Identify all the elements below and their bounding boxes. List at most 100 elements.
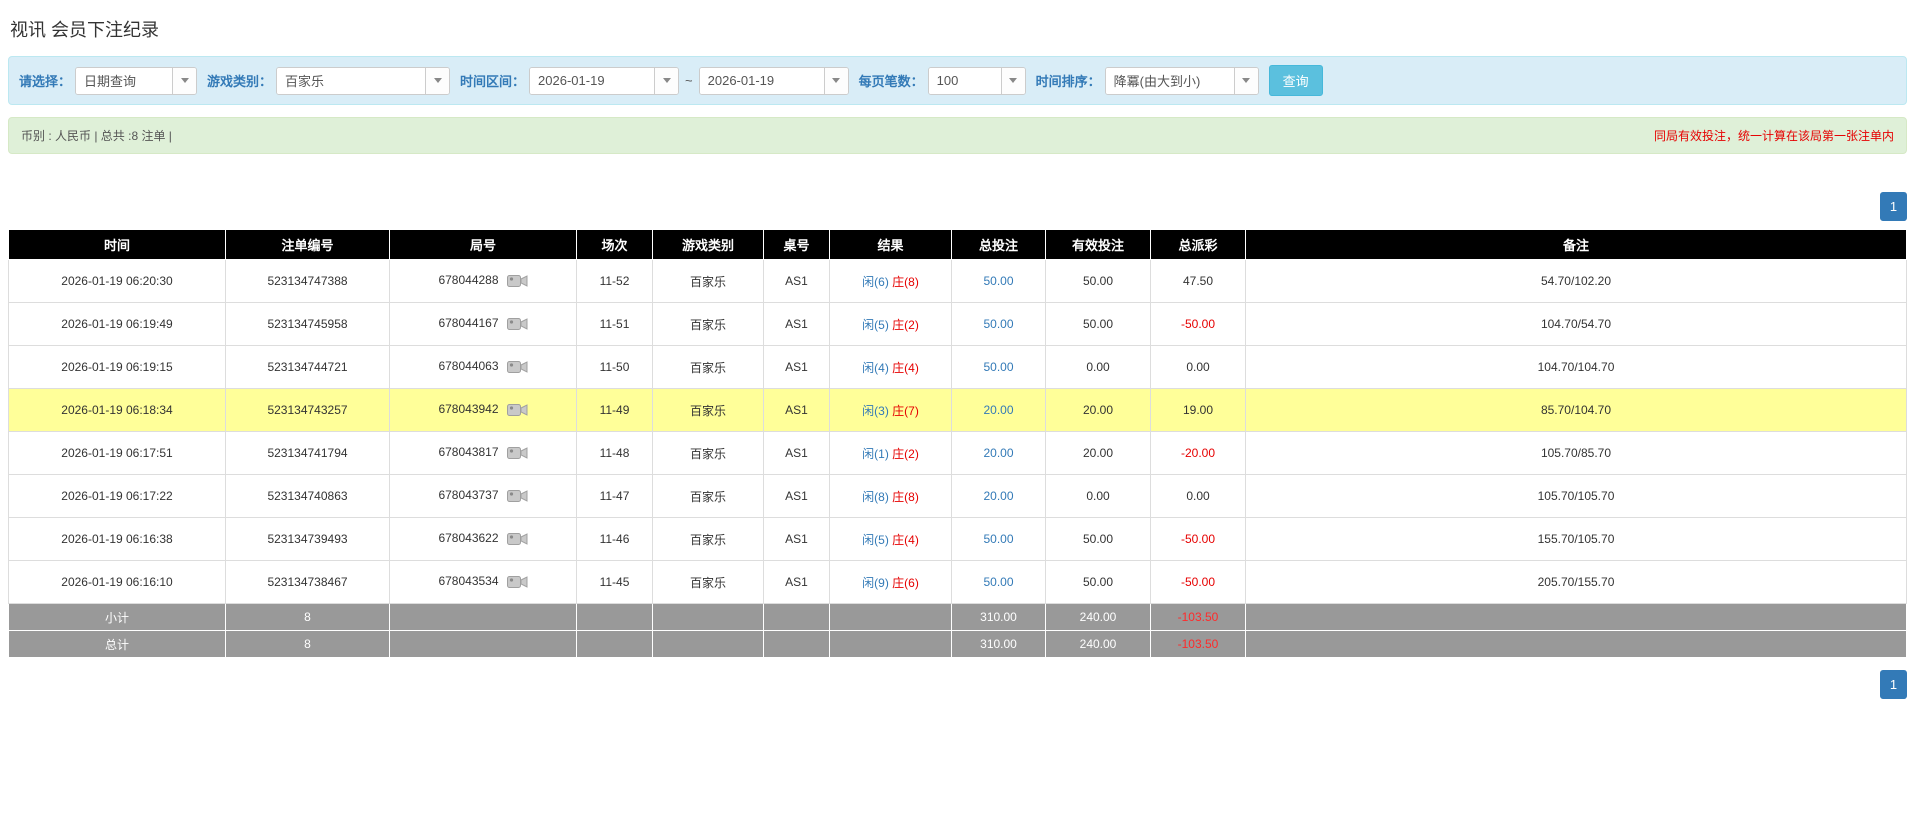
search-button[interactable]: 查询 (1268, 65, 1323, 96)
cell-remark: 85.70/104.70 (1245, 388, 1907, 432)
date-from-input[interactable] (530, 67, 655, 94)
table-row: 2026-01-19 06:16:38 523134739493 678043622… (8, 517, 1907, 561)
page-size-combo (927, 66, 1026, 95)
page-1-button[interactable]: 1 (1880, 192, 1907, 221)
cell-time: 2026-01-19 06:16:10 (8, 560, 226, 604)
cell-result: 闲(5) 庄(4) (829, 517, 952, 561)
caret-down-icon (180, 78, 189, 83)
cell-total-bet[interactable]: 20.00 (951, 474, 1046, 518)
result-banker: 庄(4) (892, 532, 919, 547)
cell-valid-bet: 50.00 (1045, 302, 1151, 346)
video-replay-icon[interactable] (506, 402, 528, 418)
round-number: 678043817 (438, 445, 499, 460)
cell-remark: 205.70/155.70 (1245, 560, 1907, 604)
cell-session: 11-45 (576, 560, 653, 604)
table-body: 2026-01-19 06:20:30 523134747388 678044288… (8, 259, 1907, 658)
summary-empty-cell (576, 630, 653, 658)
result-player: 闲(5) (862, 317, 889, 332)
page-size-caret-button[interactable] (1000, 67, 1025, 94)
cell-total-bet[interactable]: 50.00 (951, 302, 1046, 346)
cell-table-no: AS1 (763, 345, 830, 389)
cell-time: 2026-01-19 06:18:34 (8, 388, 226, 432)
summary-empty-cell (1245, 603, 1907, 631)
valid-bet-notice-text: 同局有效投注，统一计算在该局第一张注单内 (1653, 129, 1894, 143)
cell-session: 11-50 (576, 345, 653, 389)
cell-valid-bet: 0.00 (1045, 345, 1151, 389)
column-header: 备注 (1245, 229, 1907, 260)
summary-payout: -103.50 (1150, 603, 1246, 631)
cell-payout: 0.00 (1150, 474, 1246, 518)
game-type-input[interactable] (277, 67, 426, 94)
video-replay-icon[interactable] (506, 316, 528, 332)
cell-total-bet[interactable]: 50.00 (951, 560, 1046, 604)
page-size-input[interactable] (928, 67, 1001, 94)
video-replay-icon[interactable] (506, 531, 528, 547)
video-replay-icon[interactable] (506, 273, 528, 289)
time-sort-caret-button[interactable] (1233, 67, 1258, 94)
result-banker: 庄(6) (892, 575, 919, 590)
video-replay-icon[interactable] (506, 359, 528, 375)
result-player: 闲(1) (862, 446, 889, 461)
round-number: 678044167 (438, 316, 499, 331)
cell-bet-id: 523134744721 (225, 345, 390, 389)
cell-payout: 0.00 (1150, 345, 1246, 389)
cell-total-bet[interactable]: 20.00 (951, 431, 1046, 475)
page: 视讯 会员下注纪录 请选择： 游戏类别： 时间区间： ~ 每页笔数： 时间排序： (0, 0, 1915, 699)
cell-payout: -50.00 (1150, 302, 1246, 346)
cell-session: 11-48 (576, 431, 653, 475)
cell-session: 11-47 (576, 474, 653, 518)
cell-total-bet[interactable]: 20.00 (951, 388, 1046, 432)
cell-result: 闲(1) 庄(2) (829, 431, 952, 475)
select-type-combo (75, 66, 198, 95)
game-type-label: 游戏类别： (207, 74, 273, 89)
date-from-combo (529, 66, 680, 95)
game-type-caret-button[interactable] (425, 67, 450, 94)
cell-bet-id: 523134740863 (225, 474, 390, 518)
column-header: 总派彩 (1150, 229, 1246, 260)
date-to-input[interactable] (699, 67, 824, 94)
summary-valid-bet: 240.00 (1045, 603, 1151, 631)
cell-session: 11-49 (576, 388, 653, 432)
cell-total-bet[interactable]: 50.00 (951, 517, 1046, 561)
cell-session: 11-46 (576, 517, 653, 561)
round-number: 678043737 (438, 488, 499, 503)
video-replay-icon[interactable] (506, 574, 528, 590)
cell-game-type: 百家乐 (652, 302, 764, 346)
cell-payout: 19.00 (1150, 388, 1246, 432)
time-range-label: 时间区间： (460, 74, 526, 89)
round-number: 678043622 (438, 531, 499, 546)
table-header-row: 时间 注单编号 局号 场次 游戏类别 桌号 结果 总投注 有效投注 总派彩 备注 (8, 229, 1907, 260)
total-row: 总计 8 310.00 240.00 -103.50 (8, 630, 1907, 658)
result-banker: 庄(8) (892, 489, 919, 504)
cell-time: 2026-01-19 06:17:22 (8, 474, 226, 518)
time-sort-combo (1104, 66, 1259, 95)
date-range-tilde: ~ (685, 73, 693, 88)
caret-down-icon (662, 78, 671, 83)
time-sort-input[interactable] (1105, 67, 1234, 94)
cell-total-bet[interactable]: 50.00 (951, 345, 1046, 389)
page-1-button[interactable]: 1 (1880, 670, 1907, 699)
caret-down-icon (1009, 78, 1018, 83)
table-row: 2026-01-19 06:16:10 523134738467 678043534… (8, 560, 1907, 604)
summary-payout: -103.50 (1150, 630, 1246, 658)
filter-bar: 请选择： 游戏类别： 时间区间： ~ 每页笔数： 时间排序： (8, 56, 1907, 105)
cell-round-id: 678043737 (389, 474, 577, 518)
round-number: 678044063 (438, 359, 499, 374)
cell-total-bet[interactable]: 50.00 (951, 259, 1046, 303)
date-from-caret-button[interactable] (654, 67, 679, 94)
result-banker: 庄(4) (892, 360, 919, 375)
date-to-caret-button[interactable] (823, 67, 848, 94)
cell-time: 2026-01-19 06:16:38 (8, 517, 226, 561)
cell-bet-id: 523134739493 (225, 517, 390, 561)
select-type-caret-button[interactable] (172, 67, 197, 94)
summary-label: 总计 (8, 630, 226, 658)
table-row: 2026-01-19 06:18:34 523134743257 678043942… (8, 388, 1907, 432)
time-sort-label: 时间排序： (1035, 74, 1101, 89)
summary-bar: 币别 : 人民币 | 总共 :8 注单 | 同局有效投注，统一计算在该局第一张注… (8, 117, 1907, 154)
caret-down-icon (1242, 78, 1251, 83)
video-replay-icon[interactable] (506, 488, 528, 504)
video-replay-icon[interactable] (506, 445, 528, 461)
column-header: 有效投注 (1045, 229, 1151, 260)
cell-time: 2026-01-19 06:19:15 (8, 345, 226, 389)
select-type-input[interactable] (76, 67, 173, 94)
